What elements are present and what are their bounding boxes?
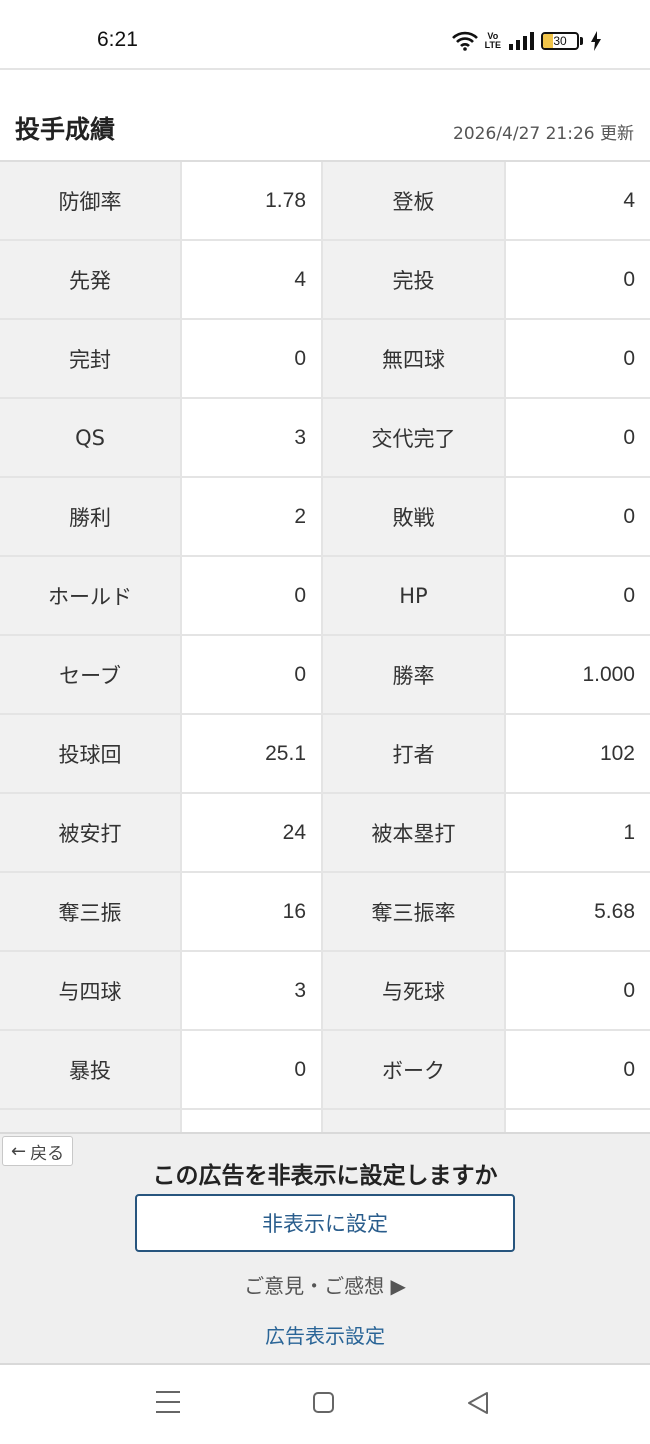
- stat-label: 奪三振: [0, 873, 182, 950]
- stat-label: 暴投: [0, 1031, 182, 1108]
- table-row: セーブ 0 勝率 1.000: [0, 636, 650, 715]
- stat-value: 5.68: [506, 873, 650, 950]
- table-row: ホールド 0 HP 0: [0, 557, 650, 636]
- battery-level: 30: [553, 34, 567, 48]
- signal-icon: [509, 32, 534, 50]
- stat-value: 0: [506, 241, 650, 318]
- stat-label: 勝利: [0, 478, 182, 555]
- stat-label: 打者: [323, 715, 506, 792]
- stat-value: 3: [182, 399, 323, 476]
- stat-label: 完投: [323, 241, 506, 318]
- stat-label: 与死球: [323, 952, 506, 1029]
- navigation-bar: [0, 1367, 650, 1444]
- stat-label: 奪三振率: [323, 873, 506, 950]
- stat-label: 交代完了: [323, 399, 506, 476]
- stat-label: QS: [0, 399, 182, 476]
- battery-icon: 30: [541, 32, 579, 50]
- table-row: 投球回 25.1 打者 102: [0, 715, 650, 794]
- table-row: 完封 0 無四球 0: [0, 320, 650, 399]
- table-row: 勝利 2 敗戦 0: [0, 478, 650, 557]
- feedback-link[interactable]: ご意見・ご感想 ▶: [0, 1270, 650, 1299]
- stat-label: 登板: [323, 162, 506, 239]
- volte-icon: Vo LTE: [484, 31, 501, 50]
- ad-hide-panel: ← 戻る この広告を非表示に設定しますか 非表示に設定 ご意見・ご感想 ▶ 広告…: [0, 1132, 650, 1365]
- stat-value: 0: [182, 557, 323, 634]
- wifi-icon: [451, 31, 478, 51]
- table-row: 暴投 0 ボーク 0: [0, 1031, 650, 1110]
- table-row: QS 3 交代完了 0: [0, 399, 650, 478]
- table-row: 先発 4 完投 0: [0, 241, 650, 320]
- table-row: 被安打 24 被本塁打 1: [0, 794, 650, 873]
- charging-icon: [591, 31, 601, 51]
- battery-fill: [543, 34, 554, 48]
- stat-value: 16: [182, 873, 323, 950]
- updated-timestamp: 2026/4/27 21:26 更新: [453, 124, 634, 144]
- stat-value: 25.1: [182, 715, 323, 792]
- stat-label: セーブ: [0, 636, 182, 713]
- stat-label: 被安打: [0, 794, 182, 871]
- stat-value: 0: [506, 320, 650, 397]
- hide-ad-button[interactable]: 非表示に設定: [135, 1194, 515, 1252]
- stat-label: 防御率: [0, 162, 182, 239]
- battery-nub: [580, 37, 583, 45]
- ad-hide-title: この広告を非表示に設定しますか: [152, 1163, 498, 1189]
- stat-label: 勝率: [323, 636, 506, 713]
- stat-value: 24: [182, 794, 323, 871]
- stat-value: 0: [182, 320, 323, 397]
- status-time: 6:21: [97, 28, 138, 51]
- back-triangle-icon[interactable]: [466, 1391, 490, 1415]
- stat-value: 0: [506, 478, 650, 555]
- stat-value: 1.000: [506, 636, 650, 713]
- table-row: 防御率 1.78 登板 4: [0, 162, 650, 241]
- stat-label: 与四球: [0, 952, 182, 1029]
- stat-value: 4: [506, 162, 650, 239]
- recent-apps-icon[interactable]: [156, 1391, 180, 1413]
- stat-label: HP: [323, 557, 506, 634]
- stat-label: 敗戦: [323, 478, 506, 555]
- stat-value: 3: [182, 952, 323, 1029]
- stat-value: 2: [182, 478, 323, 555]
- stat-label: ボーク: [323, 1031, 506, 1108]
- stat-label: 無四球: [323, 320, 506, 397]
- status-icons: Vo LTE 30: [451, 28, 602, 54]
- stat-label: 完封: [0, 320, 182, 397]
- stat-value: 0: [506, 557, 650, 634]
- stat-value: 1: [506, 794, 650, 871]
- home-icon[interactable]: [313, 1392, 334, 1413]
- ad-settings-link[interactable]: 広告表示設定: [0, 1320, 650, 1349]
- stat-value: 4: [182, 241, 323, 318]
- stat-value: 0: [506, 399, 650, 476]
- status-bar: 6:21 Vo LTE 30: [0, 0, 650, 70]
- stat-label: ホールド: [0, 557, 182, 634]
- page-title: 投手成績: [15, 115, 116, 144]
- stats-table: 防御率 1.78 登板 4 先発 4 完投 0 完封 0 無四球 0 QS 3 …: [0, 160, 650, 1136]
- stat-value: 1.78: [182, 162, 323, 239]
- table-row: 奪三振 16 奪三振率 5.68: [0, 873, 650, 952]
- stat-value: 0: [506, 1031, 650, 1108]
- page-header: 投手成績 2026/4/27 21:26 更新: [0, 98, 650, 160]
- stat-value: 0: [182, 636, 323, 713]
- stat-label: 投球回: [0, 715, 182, 792]
- stat-label: 被本塁打: [323, 794, 506, 871]
- stat-value: 0: [182, 1031, 323, 1108]
- stat-value: 0: [506, 952, 650, 1029]
- stat-value: 102: [506, 715, 650, 792]
- stat-label: 先発: [0, 241, 182, 318]
- table-row: 与四球 3 与死球 0: [0, 952, 650, 1031]
